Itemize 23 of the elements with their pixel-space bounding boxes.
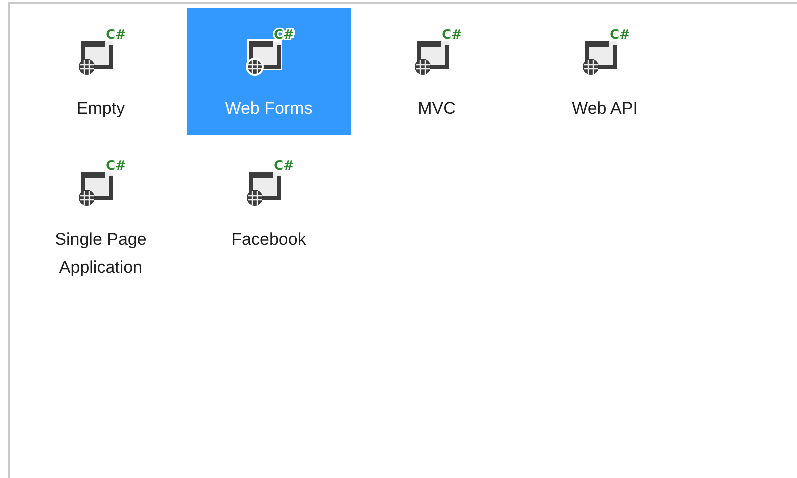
csharp-label: C# <box>442 28 462 43</box>
template-label: Single Page Application <box>54 229 148 279</box>
template-tile[interactable]: C# MVC <box>355 8 519 135</box>
web-project-icon <box>79 41 113 75</box>
template-tile[interactable]: C# Empty <box>19 8 183 135</box>
template-label: Web API <box>571 98 639 120</box>
template-tile[interactable]: C# Facebook <box>187 139 351 266</box>
template-label: MVC <box>417 98 457 120</box>
template-label: Facebook <box>230 229 308 251</box>
csharp-label: C# <box>106 159 126 174</box>
template-label: Empty <box>76 98 126 120</box>
web-project-icon <box>247 172 281 206</box>
template-label: Web Forms <box>224 98 314 120</box>
template-tile[interactable]: C# Single Page Application <box>19 139 183 282</box>
csharp-label: C# <box>106 28 126 43</box>
csharp-label: C# <box>274 159 294 174</box>
web-project-icon <box>79 172 113 206</box>
csharp-label: C# <box>274 28 294 43</box>
web-project-icon <box>583 41 617 75</box>
web-project-icon <box>246 40 282 76</box>
web-project-icon <box>415 41 449 75</box>
csharp-label: C# <box>610 28 630 43</box>
template-tile[interactable]: C# Web API <box>523 8 687 135</box>
